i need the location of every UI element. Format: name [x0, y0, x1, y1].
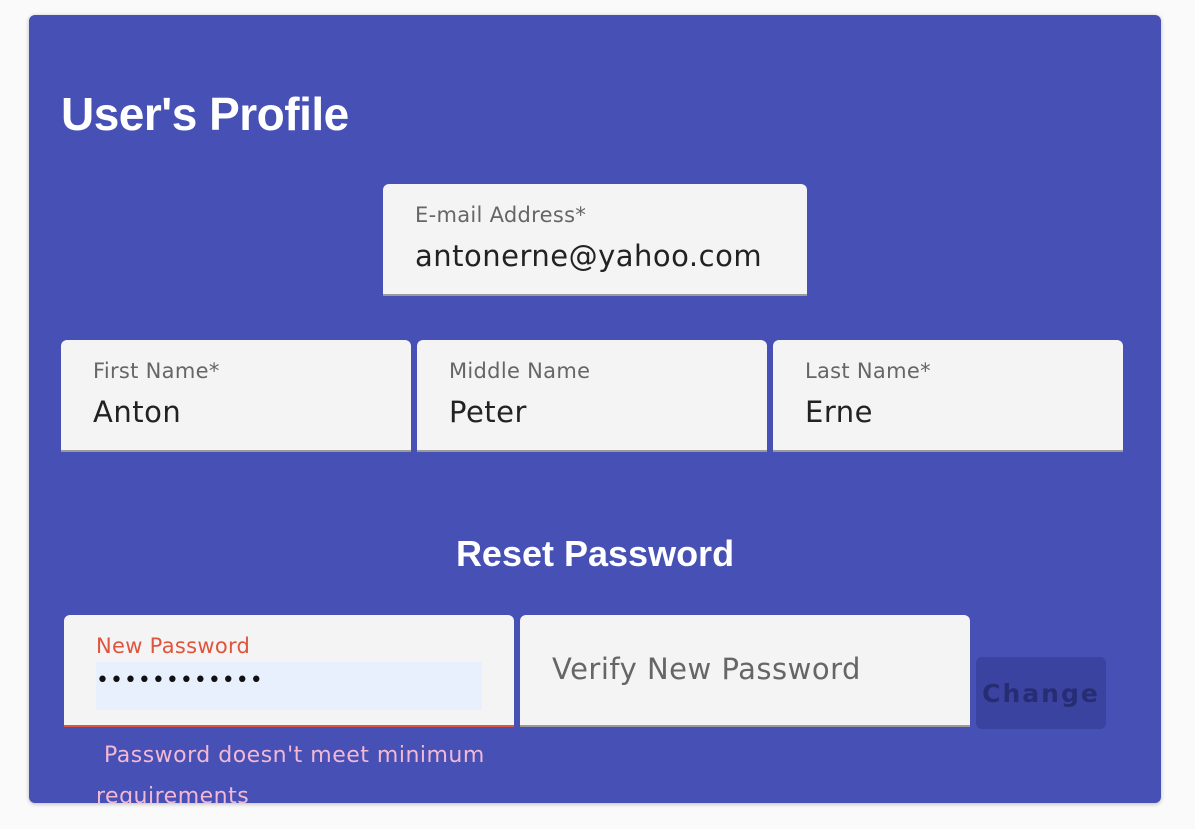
email-value: antonerne@yahoo.com — [415, 239, 763, 273]
last-name-value: Erne — [805, 395, 873, 429]
first-name-label: First Name* — [93, 359, 220, 383]
last-name-label: Last Name* — [805, 359, 931, 383]
first-name-field[interactable]: First Name* Anton — [61, 340, 411, 452]
verify-password-placeholder: Verify New Password — [552, 652, 861, 686]
email-label: E-mail Address* — [415, 203, 587, 227]
change-password-button[interactable]: Change — [976, 657, 1106, 729]
first-name-value: Anton — [93, 395, 182, 429]
profile-card: User's Profile E-mail Address* antonerne… — [29, 15, 1161, 803]
reset-password-heading: Reset Password — [455, 533, 735, 574]
middle-name-value: Peter — [449, 395, 527, 429]
middle-name-label: Middle Name — [449, 359, 591, 383]
verify-password-field[interactable]: Verify New Password — [520, 615, 970, 727]
new-password-field[interactable]: New Password •••••••••••• — [64, 615, 514, 727]
middle-name-field[interactable]: Middle Name Peter — [417, 340, 767, 452]
new-password-label: New Password — [96, 634, 251, 658]
page-title: User's Profile — [61, 88, 349, 140]
password-error-message: Password doesn't meet minimum requiremen… — [96, 743, 485, 803]
email-field[interactable]: E-mail Address* antonerne@yahoo.com — [383, 184, 807, 296]
last-name-field[interactable]: Last Name* Erne — [773, 340, 1123, 452]
new-password-input[interactable]: •••••••••••• — [96, 662, 482, 710]
new-password-masked-value: •••••••••••• — [96, 668, 264, 693]
